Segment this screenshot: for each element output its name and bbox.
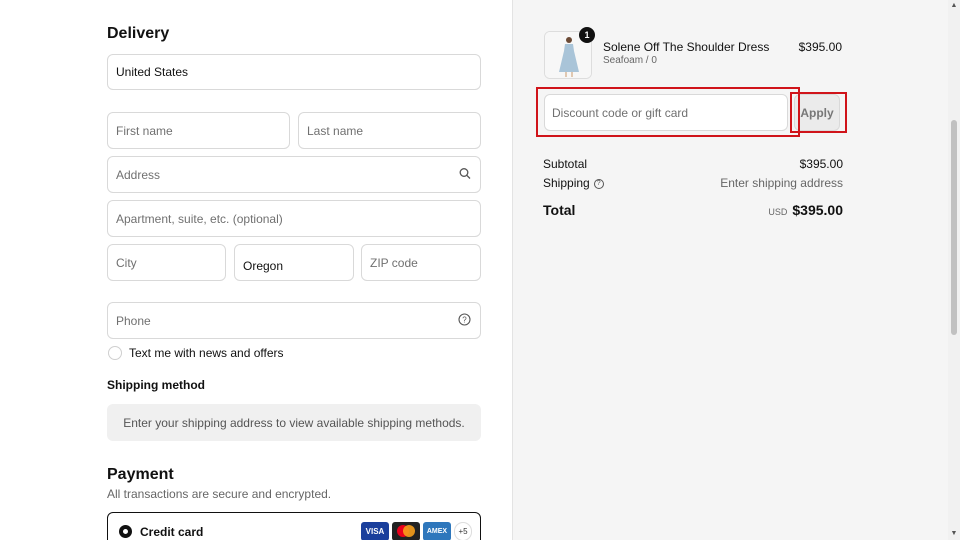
apartment-placeholder: Apartment, suite, etc. (optional) [116,211,283,226]
scroll-down-arrow-icon[interactable]: ▼ [950,530,958,538]
credit-card-option[interactable]: Credit card VISA AMEX +5 [107,512,481,540]
address-placeholder: Address [116,167,161,182]
city-placeholder: City [116,255,137,270]
credit-card-label: Credit card [140,525,204,539]
highlight-discount-box [536,87,800,137]
shipping-help-icon[interactable]: ? [593,178,604,189]
shipping-value: Enter shipping address [720,176,843,190]
zip-input[interactable]: ZIP code [361,244,481,281]
payment-subtitle: All transactions are secure and encrypte… [107,487,332,501]
news-opt-in[interactable]: Text me with news and offers [108,346,284,360]
quantity-badge: 1 [579,27,595,43]
highlight-apply-box [790,92,847,133]
state-select[interactable]: Oregon [234,244,354,281]
country-value: United States [116,65,189,79]
shipping-method-notice: Enter your shipping address to view avai… [107,404,481,441]
page-scrollbar[interactable]: ▲ ▼ [948,0,960,540]
zip-placeholder: ZIP code [370,255,418,270]
product-variant: Seafoam / 0 [603,55,657,66]
scroll-thumb[interactable] [951,120,957,335]
delivery-heading: Delivery [107,25,170,42]
apartment-input[interactable]: Apartment, suite, etc. (optional) [107,200,481,237]
news-opt-in-checkbox[interactable] [108,346,122,360]
city-input[interactable]: City [107,244,226,281]
subtotal-row: Subtotal $395.00 [543,157,843,171]
news-opt-in-label: Text me with news and offers [129,346,284,360]
shipping-method-message: Enter your shipping address to view avai… [123,415,465,430]
product-price: $395.00 [798,40,842,54]
scroll-up-arrow-icon[interactable]: ▲ [950,2,958,10]
payment-heading: Payment [107,466,174,483]
checkout-form-panel: Delivery United States First name Last n… [0,0,512,540]
phone-input[interactable]: Phone ? [107,302,481,339]
last-name-input[interactable]: Last name [298,112,481,149]
state-value: Oregon [243,259,284,273]
address-input[interactable]: Address [107,156,481,193]
shipping-label: Shipping [543,176,590,190]
country-select[interactable]: United States [107,54,481,90]
help-icon[interactable]: ? [458,312,471,329]
first-name-input[interactable]: First name [107,112,290,149]
credit-card-radio[interactable] [119,525,132,538]
search-icon [459,167,471,182]
visa-icon: VISA [361,522,389,540]
product-name: Solene Off The Shoulder Dress [603,40,770,54]
shipping-row: Shipping? Enter shipping address [543,176,843,190]
order-summary-panel: 1 Solene Off The Shoulder Dress Seafoam … [512,0,948,540]
more-cards-badge: +5 [454,522,472,540]
total-label: Total [543,202,576,218]
total-value: $395.00 [792,202,843,218]
phone-placeholder: Phone [116,313,151,328]
shipping-method-heading: Shipping method [107,378,205,392]
card-brands: VISA AMEX +5 [361,522,472,540]
currency-code: USD [768,207,788,217]
total-row: Total USD $395.00 [543,202,843,220]
subtotal-label: Subtotal [543,157,588,171]
svg-text:?: ? [462,315,467,324]
first-name-placeholder: First name [116,123,173,138]
amex-icon: AMEX [423,522,451,540]
subtotal-value: $395.00 [799,157,843,171]
last-name-placeholder: Last name [307,123,364,138]
mastercard-icon [392,522,420,540]
